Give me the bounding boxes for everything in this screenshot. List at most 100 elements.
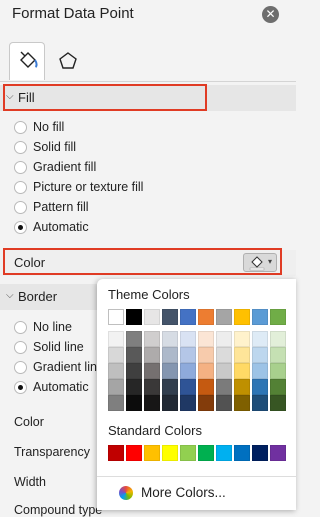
- standard-color-swatch[interactable]: [234, 445, 250, 461]
- fill-radio[interactable]: [14, 141, 27, 154]
- theme-shade-column: [108, 331, 124, 411]
- border-option-label: Solid line: [33, 340, 84, 354]
- popup-divider: [97, 476, 296, 477]
- border-prop-label: Width: [14, 475, 46, 489]
- theme-color-swatch[interactable]: [108, 309, 124, 325]
- theme-shade-swatch[interactable]: [180, 347, 196, 363]
- tab-strip: [0, 40, 296, 82]
- theme-shade-swatch[interactable]: [126, 363, 142, 379]
- theme-color-swatch[interactable]: [270, 309, 286, 325]
- theme-shade-swatch[interactable]: [162, 363, 178, 379]
- theme-shade-swatch[interactable]: [252, 395, 268, 411]
- standard-color-swatch[interactable]: [270, 445, 286, 461]
- theme-shade-swatch[interactable]: [252, 331, 268, 347]
- theme-shade-swatch[interactable]: [162, 379, 178, 395]
- theme-shade-swatch[interactable]: [216, 379, 232, 395]
- theme-shade-swatch[interactable]: [126, 395, 142, 411]
- theme-shade-swatch[interactable]: [126, 331, 142, 347]
- standard-color-swatch[interactable]: [108, 445, 124, 461]
- theme-shade-swatch[interactable]: [108, 363, 124, 379]
- theme-shade-swatch[interactable]: [270, 395, 286, 411]
- standard-color-swatch[interactable]: [216, 445, 232, 461]
- fill-option-label: Picture or texture fill: [33, 180, 144, 194]
- theme-shade-swatch[interactable]: [198, 379, 214, 395]
- theme-colors-header: Theme Colors: [108, 287, 190, 302]
- theme-shade-swatch[interactable]: [144, 379, 160, 395]
- theme-shade-swatch[interactable]: [198, 331, 214, 347]
- theme-shade-swatch[interactable]: [144, 347, 160, 363]
- fill-radio[interactable]: [14, 221, 27, 234]
- theme-shade-swatch[interactable]: [108, 395, 124, 411]
- theme-shade-swatch[interactable]: [234, 395, 250, 411]
- theme-color-swatch[interactable]: [234, 309, 250, 325]
- theme-shade-swatch[interactable]: [252, 347, 268, 363]
- theme-shade-swatch[interactable]: [162, 395, 178, 411]
- more-colors-button[interactable]: More Colors...: [119, 485, 289, 503]
- theme-shade-swatch[interactable]: [144, 395, 160, 411]
- theme-shade-swatch[interactable]: [180, 395, 196, 411]
- fill-radio[interactable]: [14, 161, 27, 174]
- theme-shade-swatch[interactable]: [198, 395, 214, 411]
- theme-shade-swatch[interactable]: [144, 363, 160, 379]
- fill-option-label: Solid fill: [33, 140, 77, 154]
- theme-shade-swatch[interactable]: [234, 347, 250, 363]
- theme-shade-swatch[interactable]: [108, 347, 124, 363]
- fill-radio[interactable]: [14, 121, 27, 134]
- fill-option-label: Automatic: [33, 220, 89, 234]
- theme-shade-swatch[interactable]: [216, 395, 232, 411]
- theme-shade-swatch[interactable]: [270, 331, 286, 347]
- theme-color-swatch[interactable]: [144, 309, 160, 325]
- theme-color-swatch[interactable]: [252, 309, 268, 325]
- theme-shade-swatch[interactable]: [216, 363, 232, 379]
- theme-shade-swatch[interactable]: [234, 331, 250, 347]
- theme-shade-swatch[interactable]: [144, 331, 160, 347]
- border-option-label: Gradient lin: [33, 360, 97, 374]
- theme-shade-swatch[interactable]: [180, 379, 196, 395]
- tab-shape[interactable]: [50, 42, 86, 80]
- theme-color-swatch[interactable]: [180, 309, 196, 325]
- theme-shade-swatch[interactable]: [162, 331, 178, 347]
- border-radio[interactable]: [14, 321, 27, 334]
- theme-shade-swatch[interactable]: [198, 363, 214, 379]
- theme-shade-column: [270, 331, 286, 411]
- border-radio[interactable]: [14, 361, 27, 374]
- standard-color-swatch[interactable]: [252, 445, 268, 461]
- fill-option-label: No fill: [33, 120, 65, 134]
- theme-shade-swatch[interactable]: [180, 363, 196, 379]
- theme-shade-swatch[interactable]: [126, 379, 142, 395]
- theme-shade-swatch[interactable]: [108, 379, 124, 395]
- theme-shade-swatch[interactable]: [234, 379, 250, 395]
- theme-color-swatch[interactable]: [126, 309, 142, 325]
- theme-shade-swatch[interactable]: [270, 379, 286, 395]
- pane-title: Format Data Point: [12, 5, 134, 22]
- theme-shade-swatch[interactable]: [162, 347, 178, 363]
- border-radio[interactable]: [14, 341, 27, 354]
- color-palette-popup: Theme Colors Standard Colors More Colors…: [97, 279, 296, 510]
- standard-color-swatch[interactable]: [180, 445, 196, 461]
- theme-shade-swatch[interactable]: [270, 347, 286, 363]
- theme-shade-swatch[interactable]: [216, 347, 232, 363]
- fill-radio[interactable]: [14, 181, 27, 194]
- tab-fill-line[interactable]: [9, 42, 45, 80]
- theme-shade-swatch[interactable]: [234, 363, 250, 379]
- fill-radio[interactable]: [14, 201, 27, 214]
- close-icon[interactable]: ✕: [262, 6, 279, 23]
- theme-color-swatch[interactable]: [216, 309, 232, 325]
- theme-shade-swatch[interactable]: [126, 347, 142, 363]
- theme-color-swatch[interactable]: [198, 309, 214, 325]
- standard-color-swatch[interactable]: [126, 445, 142, 461]
- theme-shade-swatch[interactable]: [252, 379, 268, 395]
- theme-shade-swatch[interactable]: [180, 331, 196, 347]
- theme-color-swatch[interactable]: [162, 309, 178, 325]
- border-radio[interactable]: [14, 381, 27, 394]
- more-colors-label: More Colors...: [141, 485, 226, 500]
- theme-shade-swatch[interactable]: [198, 347, 214, 363]
- theme-shade-swatch[interactable]: [216, 331, 232, 347]
- theme-shade-swatch[interactable]: [252, 363, 268, 379]
- theme-shade-swatch[interactable]: [108, 331, 124, 347]
- theme-shade-column: [216, 331, 232, 411]
- standard-color-swatch[interactable]: [162, 445, 178, 461]
- theme-shade-swatch[interactable]: [270, 363, 286, 379]
- standard-color-swatch[interactable]: [144, 445, 160, 461]
- standard-color-swatch[interactable]: [198, 445, 214, 461]
